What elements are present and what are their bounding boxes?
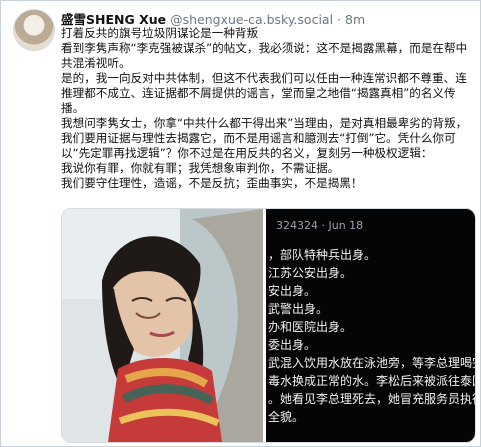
screenshot-line: ，部队特种兵出身。 <box>268 248 377 262</box>
avatar[interactable] <box>13 9 55 51</box>
portrait-illustration <box>62 209 263 442</box>
screenshot-line: 江苏公安出身。 <box>268 266 353 280</box>
screenshot-line: 。她看见李总理死去，她冒充服务员执行 <box>268 392 475 406</box>
author-name[interactable]: 盛雪SHENG Xue <box>61 12 166 27</box>
author-handle[interactable]: @shengxue-ca.bsky.social <box>170 12 333 27</box>
post-title: 打着反共的旗号垃圾阴谋论是一种背叛 <box>61 26 259 40</box>
screenshot-line: 安出身。 <box>268 284 317 298</box>
screenshot-line: 全貌。 <box>268 410 305 424</box>
post-media[interactable]: 324324 · Jun 18 ，部队特种兵出身。 江苏公安出身。 安出身。 武… <box>61 208 476 443</box>
separator: · <box>337 12 342 27</box>
screenshot-line: 武警出身。 <box>268 302 329 316</box>
post-paragraph: 我说你有罪，你就有罪；我凭想象审判你，不需证据。 <box>61 161 340 175</box>
screenshot-image[interactable]: 324324 · Jun 18 ，部队特种兵出身。 江苏公安出身。 安出身。 武… <box>266 209 475 442</box>
post-text: 打着反共的旗号垃圾阴谋论是一种背叛 看到李隽声称“李克强被谋杀”的帖文，我必须说… <box>61 26 473 191</box>
screenshot-line: 办和医院出身。 <box>268 320 353 334</box>
post-paragraph: 我想问李隽女士，你拿“中共什么都干得出来”当理由，是对真相最卑劣的背叛，我们要用… <box>61 116 468 160</box>
post-paragraph: 看到李隽声称“李克强被谋杀”的帖文，我必须说：这不是揭露黑幕，而是在帮中共混淆视… <box>61 41 468 70</box>
screenshot-line: 毒水换成正常的水。李松后来被派往泰国 <box>268 374 475 388</box>
portrait-photo[interactable] <box>62 209 263 442</box>
screenshot-line: 武混入饮用水放在泳池旁，等李总理喝完 <box>268 356 475 370</box>
screenshot-meta: 324324 · Jun 18 <box>276 219 364 232</box>
post-time[interactable]: 8m <box>345 12 365 27</box>
post-paragraph: 是的，我一向反对中共体制，但这不代表我们可以任由一种连常识都不尊重、连推理都不成… <box>61 71 467 115</box>
screenshot-line: 委出身。 <box>268 338 317 352</box>
post-paragraph: 我们要守住理性，造谣，不是反抗；歪曲事实，不是揭黑！ <box>61 176 363 190</box>
post-card[interactable]: 盛雪SHENG Xue @shengxue-ca.bsky.social · 8… <box>0 0 481 447</box>
